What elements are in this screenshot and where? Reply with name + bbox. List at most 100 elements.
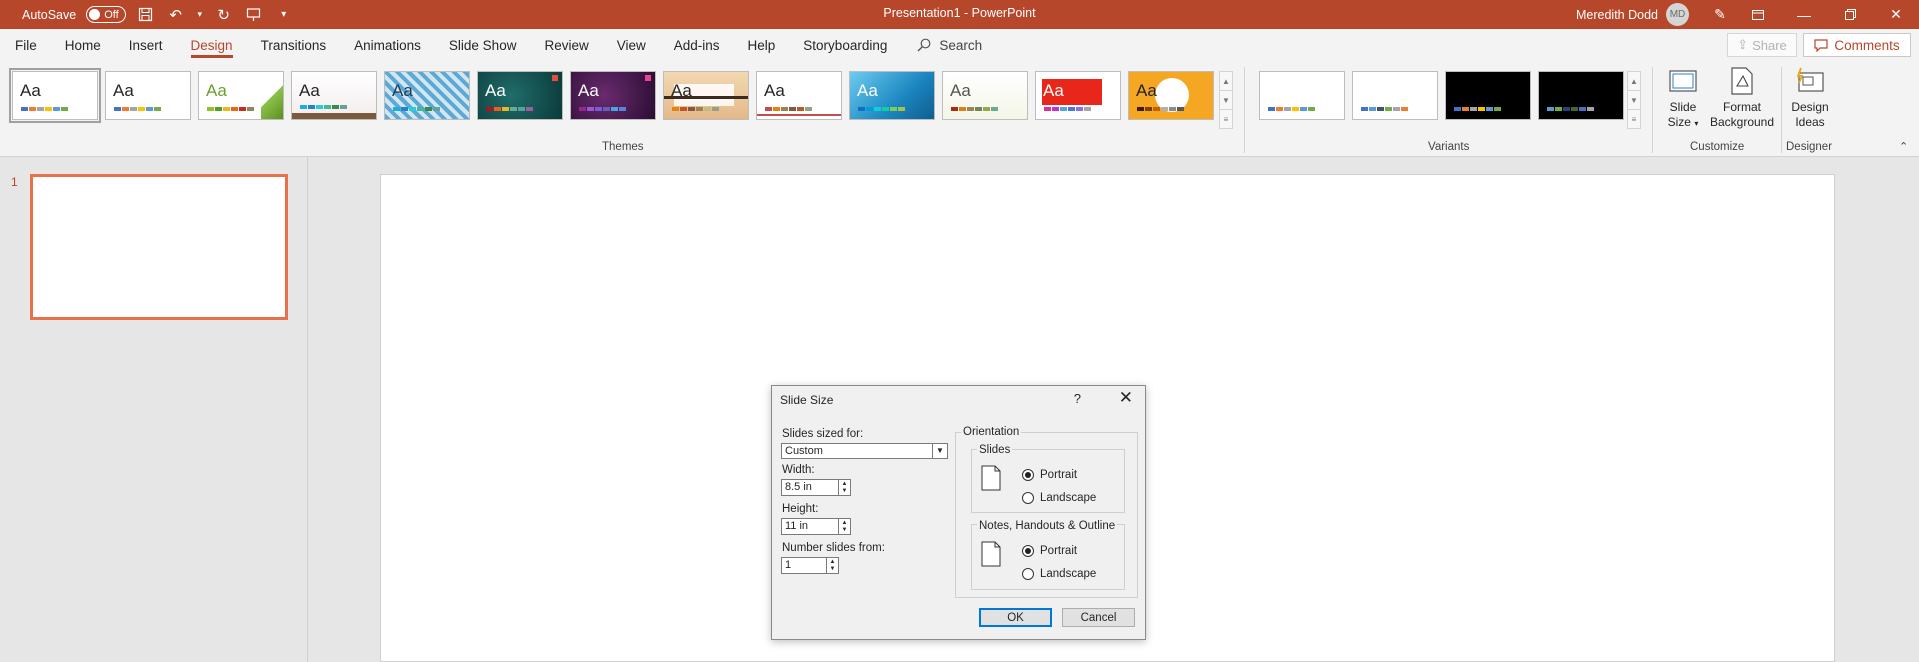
save-icon[interactable] (136, 5, 156, 25)
theme-wisp[interactable]: Aa (849, 71, 935, 120)
more-icon[interactable]: ≡ (1628, 110, 1640, 128)
more-icon[interactable]: ≡ (1220, 110, 1232, 128)
ok-button[interactable]: OK (979, 608, 1052, 627)
comment-icon (1814, 38, 1828, 52)
spin-down-icon[interactable]: ▼ (839, 527, 850, 535)
slide-number: 1 (11, 175, 18, 189)
tab-add-ins[interactable]: Add-ins (660, 29, 734, 61)
variants-gallery-scroll[interactable]: ▲ ▼ ≡ (1627, 71, 1641, 129)
radio-selected-icon (1022, 469, 1034, 481)
theme-office-2[interactable]: Aa (105, 71, 191, 120)
number-slides-from-input[interactable]: 1 ▲ ▼ (781, 557, 839, 574)
cancel-button[interactable]: Cancel (1062, 608, 1135, 627)
theme-berlin[interactable]: Aa (1035, 71, 1121, 120)
chevron-down-icon[interactable]: ▼ (932, 444, 947, 458)
scroll-up-icon[interactable]: ▲ (1220, 72, 1232, 91)
tab-design[interactable]: Design (177, 29, 247, 61)
theme-office[interactable]: Aa (9, 68, 101, 123)
slides-sized-for-label: Slides sized for: (782, 428, 864, 440)
width-spinner[interactable]: ▲ ▼ (838, 480, 850, 495)
spin-down-icon[interactable]: ▼ (839, 488, 850, 496)
close-icon[interactable]: ✕ (1119, 388, 1133, 408)
restore-icon[interactable] (1827, 0, 1873, 29)
present-from-beginning-icon[interactable] (244, 5, 264, 25)
tab-file[interactable]: File (0, 29, 51, 61)
close-icon[interactable]: ✕ (1873, 0, 1919, 29)
slides-sized-for-value: Custom (785, 445, 823, 457)
pen-icon[interactable]: ✎ (1705, 0, 1735, 29)
tab-help[interactable]: Help (734, 29, 790, 61)
format-background-line1: Format (1722, 100, 1761, 114)
format-background-button[interactable]: Format Background (1708, 65, 1776, 130)
tab-insert[interactable]: Insert (115, 29, 177, 61)
height-label: Height: (782, 503, 819, 515)
slide-size-line2: Size (1667, 115, 1691, 129)
tab-animations[interactable]: Animations (340, 29, 435, 61)
theme-preview-text: Aa (950, 81, 971, 100)
notes-portrait-radio[interactable]: Portrait (1022, 545, 1077, 557)
collapse-ribbon-icon[interactable]: ⌃ (1899, 140, 1908, 153)
autosave-toggle[interactable]: Off (86, 6, 126, 23)
user-name[interactable]: Meredith Dodd (1576, 8, 1658, 22)
variant-1[interactable] (1259, 71, 1345, 120)
scroll-up-icon[interactable]: ▲ (1628, 72, 1640, 91)
slides-portrait-label: Portrait (1040, 469, 1078, 481)
slides-portrait-radio[interactable]: Portrait (1022, 469, 1077, 481)
share-button[interactable]: ⇪ Share (1727, 33, 1797, 57)
theme-ion[interactable]: Aa (477, 71, 563, 120)
spin-down-icon[interactable]: ▼ (827, 566, 838, 574)
slides-landscape-label: Landscape (1040, 492, 1097, 504)
slide-thumbnail[interactable] (30, 174, 288, 320)
tab-review[interactable]: Review (530, 29, 602, 61)
scroll-down-icon[interactable]: ▼ (1628, 91, 1640, 110)
autosave-state: Off (104, 8, 119, 21)
title-bar: AutoSave Off ↶ ▾ ↻ ▾ Presentation1 - Pow… (0, 0, 1919, 29)
tab-transitions[interactable]: Transitions (247, 29, 341, 61)
ribbon-display-options-icon[interactable] (1735, 0, 1781, 29)
notes-landscape-radio[interactable]: Landscape (1022, 568, 1096, 580)
spin-up-icon[interactable]: ▲ (839, 480, 850, 488)
design-ideas-button[interactable]: Design Ideas (1788, 65, 1832, 130)
theme-retrospect[interactable]: Aa (663, 71, 749, 120)
slide-size-icon (1667, 65, 1699, 97)
avatar[interactable]: MD (1666, 3, 1689, 26)
tab-view[interactable]: View (603, 29, 660, 61)
theme-integral[interactable]: Aa (291, 71, 377, 120)
theme-organic[interactable]: Aa (570, 71, 656, 120)
redo-icon[interactable]: ↻ (214, 5, 234, 25)
scroll-down-icon[interactable]: ▼ (1220, 91, 1232, 110)
search-box[interactable]: Search (917, 38, 982, 53)
height-spinner[interactable]: ▲ ▼ (838, 519, 850, 534)
variant-3[interactable] (1445, 71, 1531, 120)
theme-preview-text: Aa (857, 81, 878, 100)
width-input[interactable]: 8.5 in ▲ ▼ (781, 479, 851, 496)
slides-sized-for-select[interactable]: Custom ▼ (781, 443, 948, 459)
variant-4[interactable] (1538, 71, 1624, 120)
theme-facet[interactable]: Aa (198, 71, 284, 120)
tab-storyboarding[interactable]: Storyboarding (789, 29, 901, 61)
comments-button[interactable]: Comments (1803, 33, 1911, 57)
theme-circuit[interactable]: Aa (1128, 71, 1214, 120)
spin-up-icon[interactable]: ▲ (839, 519, 850, 527)
theme-swatches (486, 107, 533, 111)
tab-home[interactable]: Home (51, 29, 115, 61)
customize-toolbar-icon[interactable]: ▾ (274, 5, 294, 25)
tab-slide-show[interactable]: Slide Show (435, 29, 531, 61)
width-value: 8.5 in (785, 481, 812, 493)
slides-landscape-radio[interactable]: Landscape (1022, 492, 1096, 504)
slide-size-button[interactable]: Slide Size ▾ (1663, 65, 1703, 131)
undo-dropdown-icon[interactable]: ▾ (196, 5, 204, 25)
height-input[interactable]: 11 in ▲ ▼ (781, 518, 851, 535)
minimize-icon[interactable]: — (1781, 0, 1827, 29)
theme-slice[interactable]: Aa (756, 71, 842, 120)
undo-icon[interactable]: ↶ (166, 5, 186, 25)
variant-2[interactable] (1352, 71, 1438, 120)
number-slides-spinner[interactable]: ▲ ▼ (826, 558, 838, 573)
spin-up-icon[interactable]: ▲ (827, 558, 838, 566)
themes-gallery-scroll[interactable]: ▲ ▼ ≡ (1219, 71, 1233, 129)
theme-wood-type[interactable]: Aa (942, 71, 1028, 120)
theme-ion-boardroom[interactable]: Aa (384, 71, 470, 120)
theme-swatches (672, 107, 719, 111)
slide-size-dialog: Slide Size ? ✕ Slides sized for: Custom … (771, 385, 1146, 640)
help-icon[interactable]: ? (1074, 391, 1081, 406)
